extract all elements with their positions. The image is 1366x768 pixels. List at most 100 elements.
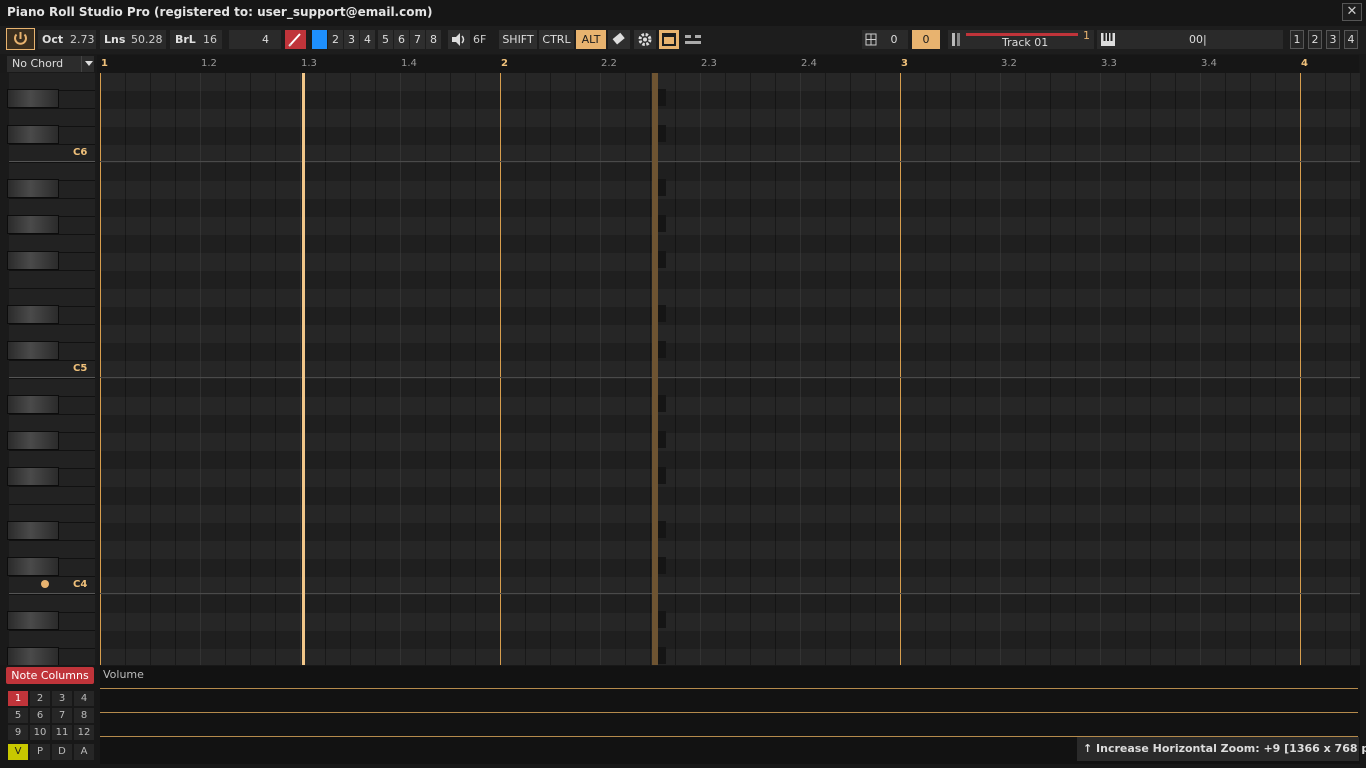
white-key[interactable] (9, 487, 95, 505)
note-column-6-button[interactable]: 6 (30, 708, 50, 723)
close-button[interactable]: ✕ (1342, 3, 1362, 21)
mode-v-button[interactable]: V (8, 744, 28, 760)
page-2-button[interactable]: 2 (1308, 30, 1322, 49)
black-key[interactable] (7, 557, 59, 576)
loop-marker-stripe (658, 467, 666, 484)
volume-value: 6F (473, 33, 487, 46)
piano-keys-icon (1101, 33, 1115, 46)
octave-line (100, 593, 1360, 594)
note-column-3-button[interactable]: 3 (52, 691, 72, 706)
speaker-button[interactable] (448, 30, 470, 49)
volume-lane-label: Volume (103, 668, 144, 681)
mode-p-button[interactable]: P (30, 744, 50, 760)
note-columns-button[interactable]: Note Columns (6, 667, 94, 684)
alt-button[interactable]: ALT (576, 30, 606, 49)
timeline-ruler[interactable] (97, 55, 1359, 73)
black-key[interactable] (7, 647, 59, 665)
note-grid[interactable] (100, 73, 1360, 665)
lines-control[interactable]: Lns 50.28 (100, 30, 166, 49)
loop-marker-stripe (658, 611, 666, 628)
mode-d-button[interactable]: D (52, 744, 72, 760)
channel-8-button[interactable]: 8 (426, 30, 441, 49)
window-button[interactable] (659, 30, 679, 49)
black-key[interactable] (7, 521, 59, 540)
ruler-label-3.3: 3.3 (1101, 58, 1117, 69)
channel-1-button[interactable] (312, 30, 327, 49)
octave-line (100, 161, 1360, 162)
step-field[interactable]: 4 (229, 30, 281, 49)
page-3-button[interactable]: 3 (1326, 30, 1340, 49)
loop-marker[interactable] (652, 73, 658, 665)
note-column-2-button[interactable]: 2 (30, 691, 50, 706)
channel-6-button[interactable]: 6 (394, 30, 409, 49)
grid-value-a[interactable]: 0 (880, 30, 908, 49)
octave-label-c6: C6 (73, 147, 88, 158)
note-column-8-button[interactable]: 8 (74, 708, 94, 723)
channel-5-button[interactable]: 5 (378, 30, 393, 49)
lns-label: Lns (104, 33, 126, 46)
octave-label-c5: C5 (73, 363, 88, 374)
channel-7-button[interactable]: 7 (410, 30, 425, 49)
black-key[interactable] (7, 215, 59, 234)
note-column-7-button[interactable]: 7 (52, 708, 72, 723)
black-key[interactable] (7, 251, 59, 270)
note-column-4-button[interactable]: 4 (74, 691, 94, 706)
loop-marker-stripe (658, 521, 666, 538)
black-key[interactable] (7, 179, 59, 198)
bar-length-control[interactable]: BrL 16 (170, 30, 222, 49)
shift-button[interactable]: SHIFT (499, 30, 537, 49)
piano-keyboard[interactable]: C6 C5 C4 (0, 73, 97, 665)
page-1-button[interactable]: 1 (1290, 30, 1304, 49)
ruler-label-2.2: 2.2 (601, 58, 617, 69)
channel-2-button[interactable]: 2 (328, 30, 343, 49)
loop-marker-stripe (658, 647, 666, 664)
settings-button[interactable] (634, 30, 656, 49)
draw-mode-button[interactable] (285, 30, 306, 49)
chord-select[interactable]: No Chord (7, 56, 94, 72)
keyboard-field[interactable]: 00| (1097, 30, 1283, 49)
track-handle (952, 33, 955, 46)
loop-marker-stripe (658, 125, 666, 142)
loop-marker-stripe (658, 395, 666, 412)
black-key[interactable] (7, 305, 59, 324)
note-column-10-button[interactable]: 10 (30, 725, 50, 740)
track-number: 1 (1083, 29, 1090, 42)
black-key[interactable] (7, 125, 59, 144)
loop-marker-stripe (658, 431, 666, 448)
white-key[interactable] (9, 271, 95, 289)
octave-line (100, 377, 1360, 378)
loop-marker-stripe (658, 179, 666, 196)
loop-marker-stripe (658, 89, 666, 106)
black-key[interactable] (7, 395, 59, 414)
black-key[interactable] (7, 341, 59, 360)
channel-4-button[interactable]: 4 (360, 30, 375, 49)
note-column-9-button[interactable]: 9 (8, 725, 28, 740)
keyboard-value: 00| (1189, 33, 1207, 46)
black-key[interactable] (7, 611, 59, 630)
oct-value: 2.73 (70, 33, 95, 46)
ctrl-button[interactable]: CTRL (539, 30, 574, 49)
loop-marker-stripe (658, 251, 666, 268)
ruler-label-3.2: 3.2 (1001, 58, 1017, 69)
grid-button[interactable] (862, 30, 880, 49)
page-4-button[interactable]: 4 (1344, 30, 1358, 49)
octave-control[interactable]: Oct 2.73 (38, 30, 96, 49)
black-key[interactable] (7, 89, 59, 108)
black-key[interactable] (7, 431, 59, 450)
power-button[interactable] (6, 28, 35, 50)
channel-3-button[interactable]: 3 (344, 30, 359, 49)
playhead[interactable] (302, 73, 305, 665)
note-column-12-button[interactable]: 12 (74, 725, 94, 740)
note-column-11-button[interactable]: 11 (52, 725, 72, 740)
eraser-button[interactable] (608, 30, 630, 49)
mode-a-button[interactable]: A (74, 744, 94, 760)
track-selector[interactable]: Track 01 1 (948, 29, 1094, 49)
note-column-1-button[interactable]: 1 (8, 691, 28, 706)
loop-marker-stripe (658, 557, 666, 574)
grid-value-b[interactable]: 0 (912, 30, 940, 49)
ruler-label-1: 1 (101, 58, 108, 69)
brl-label: BrL (175, 33, 196, 46)
note-column-5-button[interactable]: 5 (8, 708, 28, 723)
black-key[interactable] (7, 467, 59, 486)
split-button[interactable] (682, 30, 704, 49)
